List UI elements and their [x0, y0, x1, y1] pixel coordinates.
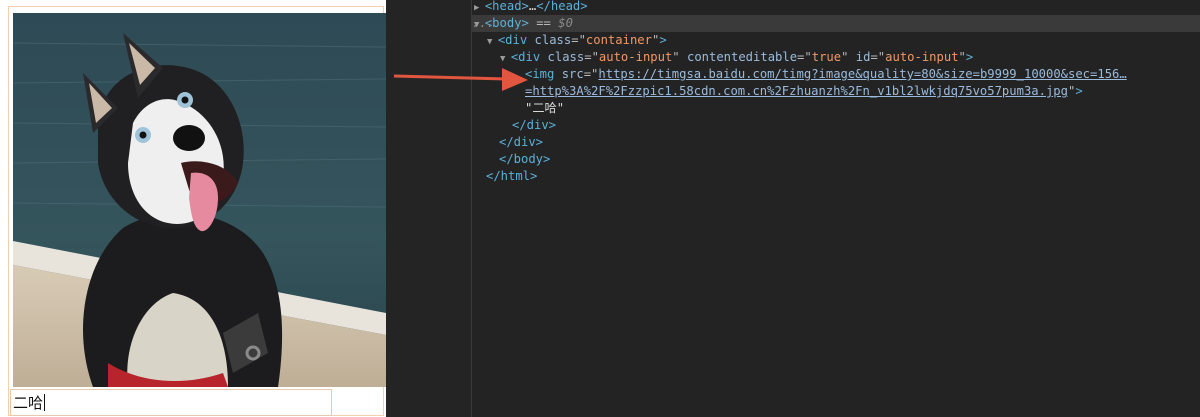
dom-node-line[interactable]: =http%3A%2F%2Fzzpic1.58cdn.com.cn%2Fzhua… [472, 83, 1200, 100]
code-token-link[interactable]: =http%3A%2F%2Fzzpic1.58cdn.com.cn%2Fzhua… [525, 84, 1068, 98]
code-token-muted: $0 [558, 16, 573, 30]
code-token-tag: > [965, 50, 974, 64]
dom-node-line[interactable]: </div> [472, 117, 1200, 134]
code-token-attr: id [855, 50, 871, 64]
auto-input-text: 二哈 [13, 394, 46, 412]
devtools-gutter [386, 0, 528, 417]
code-token-attr: class [534, 33, 572, 47]
devtools-elements-panel: ▶ <head>…</head>... ▼ <body> == $0 ▼ <div … [386, 0, 1200, 417]
dom-node-line[interactable]: </div> [472, 134, 1200, 151]
code-token-attr: contenteditable [686, 50, 798, 64]
code-token-val: container [585, 33, 652, 47]
code-token-link[interactable]: https://timgsa.baidu.com/timg?image&qual… [598, 67, 1126, 81]
code-token-eq: =" [584, 50, 599, 64]
code-token-eq: =" [797, 50, 812, 64]
code-token-tag: <div [497, 33, 528, 47]
code-token-tag: </div> [499, 135, 544, 149]
code-token-attr: src [561, 67, 584, 81]
code-token-val: auto-input [598, 50, 673, 64]
code-token-eq: =" [571, 33, 586, 47]
code-token-eq [527, 33, 534, 47]
code-token-val: true [811, 50, 842, 64]
expand-triangle-icon[interactable]: ▼ [474, 20, 485, 30]
code-token-tag: <img [525, 67, 555, 81]
dom-node-line[interactable]: <img src="https://timgsa.baidu.com/timg?… [472, 66, 1200, 83]
dom-node-line[interactable]: </html> [472, 168, 1200, 185]
code-token-tag: </head> [536, 0, 588, 13]
code-token-tag: </html> [486, 169, 538, 183]
dom-node-line[interactable]: ... ▼ <body> == $0 [472, 15, 1200, 32]
code-token-attr: class [547, 50, 585, 64]
dom-node-line[interactable]: ▼ <div class="container"> [472, 32, 1200, 49]
code-token-eq [554, 67, 561, 81]
dom-node-line[interactable]: ▼ <div class="auto-input" contenteditabl… [472, 49, 1200, 66]
code-token-eq: " [841, 50, 856, 64]
collapsed-triangle-icon[interactable]: ▶ [474, 3, 485, 13]
code-token-tag: > [659, 33, 667, 47]
page-preview: 二哈 [0, 0, 386, 417]
expand-triangle-icon[interactable]: ▼ [500, 54, 511, 64]
husky-image [13, 13, 386, 387]
code-token-eq: " [958, 50, 966, 64]
code-token-eq: == [528, 16, 559, 30]
text-caret [44, 394, 46, 411]
auto-input[interactable]: 二哈 [10, 389, 332, 416]
code-token-tag: </div> [512, 118, 557, 132]
code-token-eq: =" [583, 67, 599, 81]
code-token-txt: "二哈" [525, 101, 565, 115]
code-token-tag: <div [510, 50, 541, 64]
dom-node-line[interactable]: ▶ <head>…</head> [472, 0, 1200, 15]
code-token-val: auto-input [885, 50, 959, 64]
dom-node-line[interactable]: </body> [472, 151, 1200, 168]
dom-node-line[interactable]: "二哈" [472, 100, 1200, 117]
code-token-tag: > [1075, 84, 1083, 98]
code-token-eq: =" [870, 50, 886, 64]
code-token-tag: <head> [484, 0, 529, 13]
code-token-eq: " [672, 50, 687, 64]
code-token-eq [540, 50, 547, 64]
expand-triangle-icon[interactable]: ▼ [487, 37, 498, 47]
code-token-tag: </body> [499, 152, 551, 166]
